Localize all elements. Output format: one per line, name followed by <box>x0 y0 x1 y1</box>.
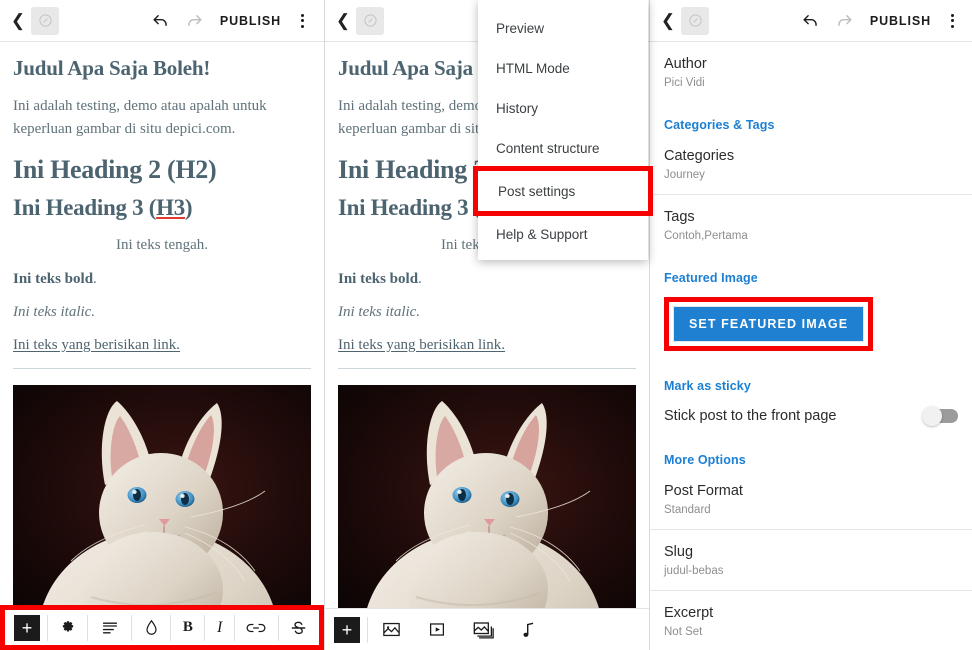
gallery-icon[interactable] <box>460 610 506 650</box>
app-bar-left: ❮ PUBLISH <box>0 0 324 42</box>
excerpt-value: Not Set <box>664 626 703 638</box>
bold-icon[interactable]: B <box>171 608 204 648</box>
image-icon[interactable] <box>368 610 414 650</box>
post-bold-text[interactable]: Ini teks bold. <box>338 271 636 288</box>
setting-row-tags[interactable]: Tags Contoh,Pertama <box>650 195 972 255</box>
sticky-toggle[interactable] <box>922 406 958 426</box>
post-settings-panel: ❮ PUBLISH Author Pici Vidi Categories & … <box>650 0 972 650</box>
heading3-prefix: Ini Heading 3 ( <box>13 195 157 220</box>
back-chevron-icon[interactable]: ❮ <box>334 7 352 35</box>
tags-value: Contoh,Pertama <box>664 230 748 242</box>
add-block-button[interactable]: + <box>14 614 40 641</box>
bold-tail: . <box>93 271 97 287</box>
toggle-knob <box>922 406 942 426</box>
section-featured-image: Featured Image <box>664 271 758 285</box>
slug-value: judul-bebas <box>664 565 724 577</box>
add-block-button[interactable]: + <box>334 616 360 643</box>
publish-button[interactable]: PUBLISH <box>862 14 937 28</box>
heading3-misspelled-word: H3 <box>156 195 185 220</box>
publish-button[interactable]: PUBLISH <box>212 14 287 28</box>
setting-row-post-format[interactable]: Post Format Standard <box>650 469 972 530</box>
app-screenshot: ❮ PUBLISH Judul Apa Saja Boleh! Ini adal… <box>0 0 972 650</box>
italic-icon[interactable]: I <box>205 608 233 648</box>
overflow-dropdown-menu: Preview HTML Mode History Content struct… <box>473 0 653 260</box>
post-title[interactable]: Judul Apa Saja Boleh! <box>13 56 311 81</box>
author-value: Pici Vidi <box>664 77 705 89</box>
setting-row-slug[interactable]: Slug judul-bebas <box>650 530 972 591</box>
setting-row-author[interactable]: Author Pici Vidi <box>650 42 972 102</box>
categories-value: Journey <box>664 169 705 181</box>
kitten-photo[interactable] <box>338 385 636 617</box>
post-italic-text[interactable]: Ini teks italic. <box>338 304 636 321</box>
bold-tail: . <box>418 271 422 287</box>
bold-span: Ini teks bold <box>13 271 94 287</box>
heading3-suffix: ) <box>184 195 193 220</box>
settings-list: Author Pici Vidi Categories & Tags Categ… <box>650 42 972 650</box>
section-categories-tags: Categories & Tags <box>664 118 775 132</box>
site-placeholder-icon[interactable] <box>31 6 59 35</box>
featured-image-highlight-box: SET FEATURED IMAGE <box>664 297 874 351</box>
post-bold-text[interactable]: Ini teks bold. <box>13 271 311 288</box>
excerpt-label: Excerpt <box>664 605 714 621</box>
strikethrough-icon[interactable] <box>279 608 319 648</box>
post-editor-body-left[interactable]: Judul Apa Saja Boleh! Ini adalah testing… <box>0 42 324 617</box>
post-centered-text[interactable]: Ini teks tengah. <box>13 237 311 254</box>
setting-row-excerpt[interactable]: Excerpt Not Set <box>650 591 972 650</box>
post-heading-3[interactable]: Ini Heading 3 (H3) <box>13 195 311 221</box>
tags-label: Tags <box>664 209 695 225</box>
section-mark-as-sticky: Mark as sticky <box>664 379 751 393</box>
menu-item-preview[interactable]: Preview <box>478 8 648 48</box>
undo-arrow-icon[interactable] <box>794 6 828 36</box>
menu-item-history[interactable]: History <box>478 88 648 128</box>
sticky-label: Stick post to the front page <box>664 408 837 424</box>
author-label: Author <box>664 56 707 72</box>
site-placeholder-icon[interactable] <box>356 6 384 35</box>
categories-label: Categories <box>664 148 735 164</box>
link-icon[interactable] <box>235 608 278 648</box>
kebab-menu-icon[interactable] <box>939 6 965 36</box>
audio-icon[interactable] <box>506 610 552 650</box>
horizontal-rule <box>338 368 636 369</box>
settings-gear-icon[interactable] <box>48 608 87 648</box>
back-chevron-icon[interactable]: ❮ <box>9 7 27 35</box>
paragraph-align-icon[interactable] <box>88 608 131 648</box>
heading3-prefix: Ini Heading 3 ( <box>338 195 482 220</box>
app-bar-right: ❮ PUBLISH <box>650 0 972 42</box>
redo-arrow-icon[interactable] <box>178 6 212 36</box>
undo-arrow-icon[interactable] <box>144 6 178 36</box>
post-paragraph[interactable]: Ini adalah testing, demo atau apalah unt… <box>13 95 311 141</box>
post-italic-text[interactable]: Ini teks italic. <box>13 304 311 321</box>
setting-row-categories[interactable]: Categories Journey <box>650 134 972 195</box>
menu-item-help-support[interactable]: Help & Support <box>478 214 648 254</box>
post-link-text[interactable]: Ini teks yang berisikan link. <box>338 337 636 354</box>
redo-arrow-icon[interactable] <box>828 6 862 36</box>
media-toolbar: + <box>325 608 649 650</box>
kebab-menu-icon[interactable] <box>289 6 315 36</box>
bold-span: Ini teks bold <box>338 271 419 287</box>
set-featured-image-button[interactable]: SET FEATURED IMAGE <box>673 306 865 342</box>
featured-image-area: SET FEATURED IMAGE <box>650 287 972 363</box>
editor-panel-left: ❮ PUBLISH Judul Apa Saja Boleh! Ini adal… <box>0 0 324 650</box>
kitten-photo[interactable] <box>13 385 311 617</box>
section-more-options: More Options <box>664 453 746 467</box>
slug-label: Slug <box>664 544 694 560</box>
menu-item-content-structure[interactable]: Content structure <box>478 128 648 168</box>
text-color-drop-icon[interactable] <box>132 608 170 648</box>
post-heading-2[interactable]: Ini Heading 2 (H2) <box>13 155 311 185</box>
format-toolbar: + B I <box>0 605 324 650</box>
post-link-text[interactable]: Ini teks yang berisikan link. <box>13 337 311 354</box>
setting-row-sticky[interactable]: Stick post to the front page <box>650 395 972 437</box>
video-icon[interactable] <box>414 610 460 650</box>
horizontal-rule <box>13 368 311 369</box>
back-chevron-icon[interactable]: ❮ <box>659 7 677 35</box>
post-format-value: Standard <box>664 504 711 516</box>
menu-item-post-settings[interactable]: Post settings <box>473 166 653 216</box>
post-format-label: Post Format <box>664 483 743 499</box>
site-placeholder-icon[interactable] <box>681 6 709 35</box>
menu-item-html-mode[interactable]: HTML Mode <box>478 48 648 88</box>
